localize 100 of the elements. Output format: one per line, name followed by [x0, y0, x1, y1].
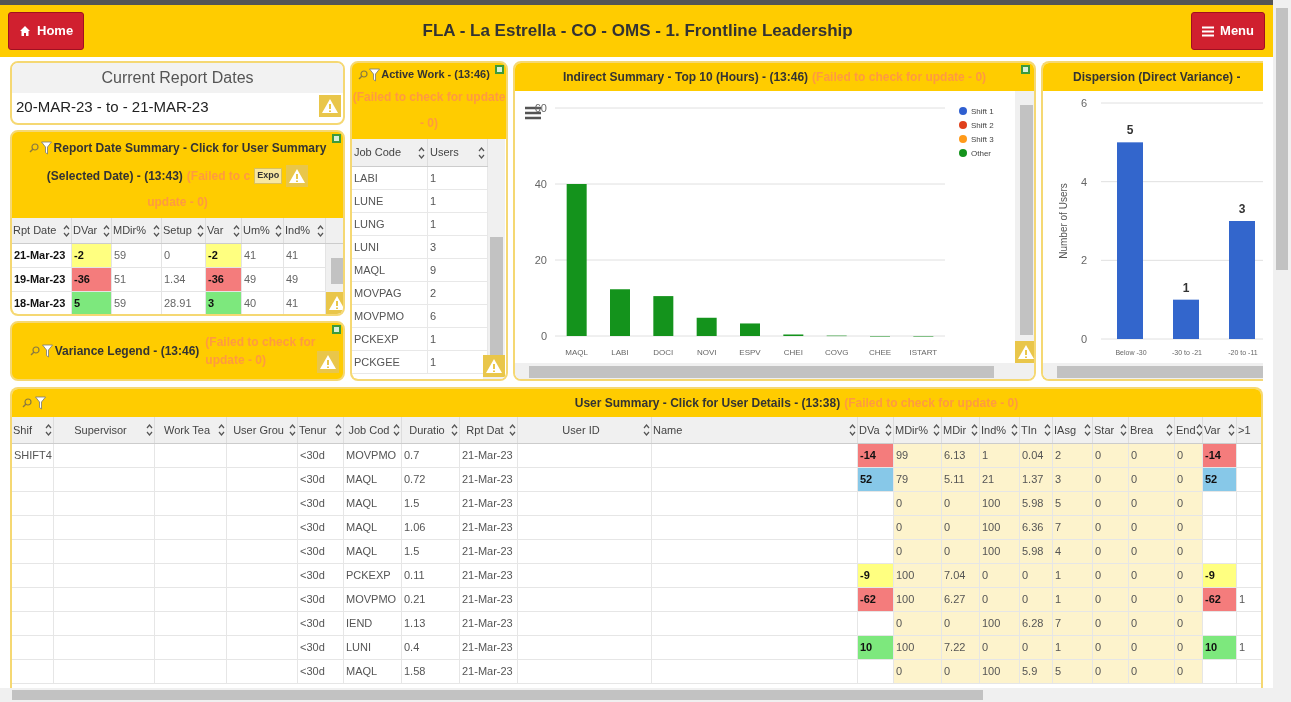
table-cell: 0 — [1093, 516, 1129, 539]
sort-icon[interactable] — [933, 424, 940, 436]
table-cell: 0 — [942, 540, 980, 563]
spreadsheet-icon[interactable] — [332, 325, 341, 334]
legend-dot[interactable] — [959, 135, 967, 143]
sort-icon[interactable] — [1228, 424, 1235, 436]
scrollbar[interactable] — [0, 688, 1273, 702]
sort-icon[interactable] — [233, 224, 240, 237]
legend-label[interactable]: Shift 1 — [971, 107, 994, 116]
scrollbar[interactable] — [1273, 0, 1291, 702]
sort-icon[interactable] — [218, 424, 225, 436]
legend-label[interactable]: Shift 3 — [971, 135, 994, 144]
column-header[interactable]: Rpt Dat — [460, 417, 518, 443]
table-cell: -9 — [1203, 564, 1237, 587]
search-icon[interactable] — [28, 143, 39, 153]
table-cell: 100 — [980, 660, 1020, 683]
sort-icon[interactable] — [971, 424, 978, 436]
table-cell: 0 — [1175, 612, 1203, 635]
table-cell: 0 — [1129, 516, 1175, 539]
column-header[interactable]: Work Tea — [155, 417, 227, 443]
sort-icon[interactable] — [1166, 424, 1173, 436]
column-header[interactable]: Shif — [12, 417, 54, 443]
sort-icon[interactable] — [849, 424, 856, 436]
column-header[interactable]: Setup — [162, 218, 206, 243]
column-header[interactable]: Ind% — [980, 417, 1020, 443]
filter-icon[interactable] — [40, 141, 52, 155]
column-header[interactable]: DVa — [858, 417, 894, 443]
table-cell: PCKEXP — [352, 328, 428, 350]
column-header[interactable]: Var — [206, 218, 242, 243]
sort-icon[interactable] — [643, 424, 650, 436]
scrollbar[interactable] — [515, 363, 1034, 379]
column-header[interactable]: >1 — [1237, 417, 1261, 443]
column-header[interactable]: Var — [1203, 417, 1237, 443]
legend-label[interactable]: Shift 2 — [971, 121, 994, 130]
column-header[interactable]: Ind% — [284, 218, 326, 243]
sort-icon[interactable] — [451, 424, 458, 436]
column-header[interactable]: MDir — [942, 417, 980, 443]
column-header[interactable]: Um% — [242, 218, 284, 243]
sort-icon[interactable] — [335, 424, 342, 436]
search-icon[interactable] — [22, 398, 32, 408]
column-header[interactable]: Rpt Date — [12, 218, 72, 243]
search-icon[interactable] — [358, 69, 369, 80]
sort-icon[interactable] — [1120, 424, 1127, 436]
table-cell: 1 — [1053, 588, 1093, 611]
scrollbar[interactable] — [1043, 363, 1263, 379]
column-header[interactable]: MDir% — [112, 218, 162, 243]
sort-icon[interactable] — [418, 146, 425, 159]
sort-icon[interactable] — [63, 224, 70, 237]
column-header[interactable]: Star — [1093, 417, 1129, 443]
sort-icon[interactable] — [289, 424, 296, 436]
table-cell: 21-Mar-23 — [460, 612, 518, 635]
bar — [740, 323, 760, 336]
menu-button[interactable]: Menu — [1191, 12, 1265, 50]
sort-icon[interactable] — [1011, 424, 1018, 436]
column-header[interactable]: Job Code — [352, 139, 428, 166]
column-header[interactable]: Supervisor — [54, 417, 155, 443]
sort-icon[interactable] — [478, 146, 485, 159]
legend-dot[interactable] — [959, 107, 967, 115]
home-button[interactable]: Home — [8, 12, 85, 50]
legend-dot[interactable] — [959, 121, 967, 129]
spreadsheet-icon[interactable] — [495, 65, 504, 74]
legend-label[interactable]: Other — [971, 149, 991, 158]
column-header[interactable]: TIn — [1020, 417, 1053, 443]
column-header[interactable]: User Grou — [227, 417, 298, 443]
column-header[interactable]: Tenur — [298, 417, 344, 443]
table-cell: -36 — [72, 268, 112, 291]
sort-icon[interactable] — [153, 224, 160, 237]
column-header[interactable]: IAsg — [1053, 417, 1093, 443]
table-cell: 100 — [980, 612, 1020, 635]
column-header[interactable]: Job Cod — [344, 417, 402, 443]
export-button[interactable]: Expo — [254, 168, 283, 184]
sort-icon[interactable] — [1084, 424, 1091, 436]
table-cell: 99 — [894, 444, 942, 467]
sort-icon[interactable] — [317, 224, 324, 237]
filter-icon[interactable] — [35, 396, 46, 410]
sort-icon[interactable] — [1044, 424, 1051, 436]
legend-dot[interactable] — [959, 149, 967, 157]
filter-icon[interactable] — [369, 67, 381, 82]
sort-icon[interactable] — [1195, 424, 1202, 436]
table-cell: <30d — [298, 612, 344, 635]
spreadsheet-icon[interactable] — [1021, 65, 1030, 74]
column-header[interactable]: Name — [652, 417, 858, 443]
sort-icon[interactable] — [509, 424, 516, 436]
column-header[interactable]: Brea — [1129, 417, 1175, 443]
spreadsheet-icon[interactable] — [332, 134, 341, 143]
sort-icon[interactable] — [885, 424, 892, 436]
sort-icon[interactable] — [103, 224, 110, 237]
filter-icon[interactable] — [41, 344, 53, 358]
search-icon[interactable] — [29, 346, 40, 356]
column-header[interactable]: End — [1175, 417, 1203, 443]
column-header[interactable]: MDir% — [894, 417, 942, 443]
sort-icon[interactable] — [275, 224, 282, 237]
sort-icon[interactable] — [197, 224, 204, 237]
table-cell: 41 — [242, 244, 284, 267]
sort-icon[interactable] — [45, 424, 52, 436]
sort-icon[interactable] — [146, 424, 153, 436]
sort-icon[interactable] — [393, 424, 400, 436]
column-header[interactable]: DVar — [72, 218, 112, 243]
column-header[interactable]: Duratio — [402, 417, 460, 443]
column-header[interactable]: User ID — [518, 417, 652, 443]
